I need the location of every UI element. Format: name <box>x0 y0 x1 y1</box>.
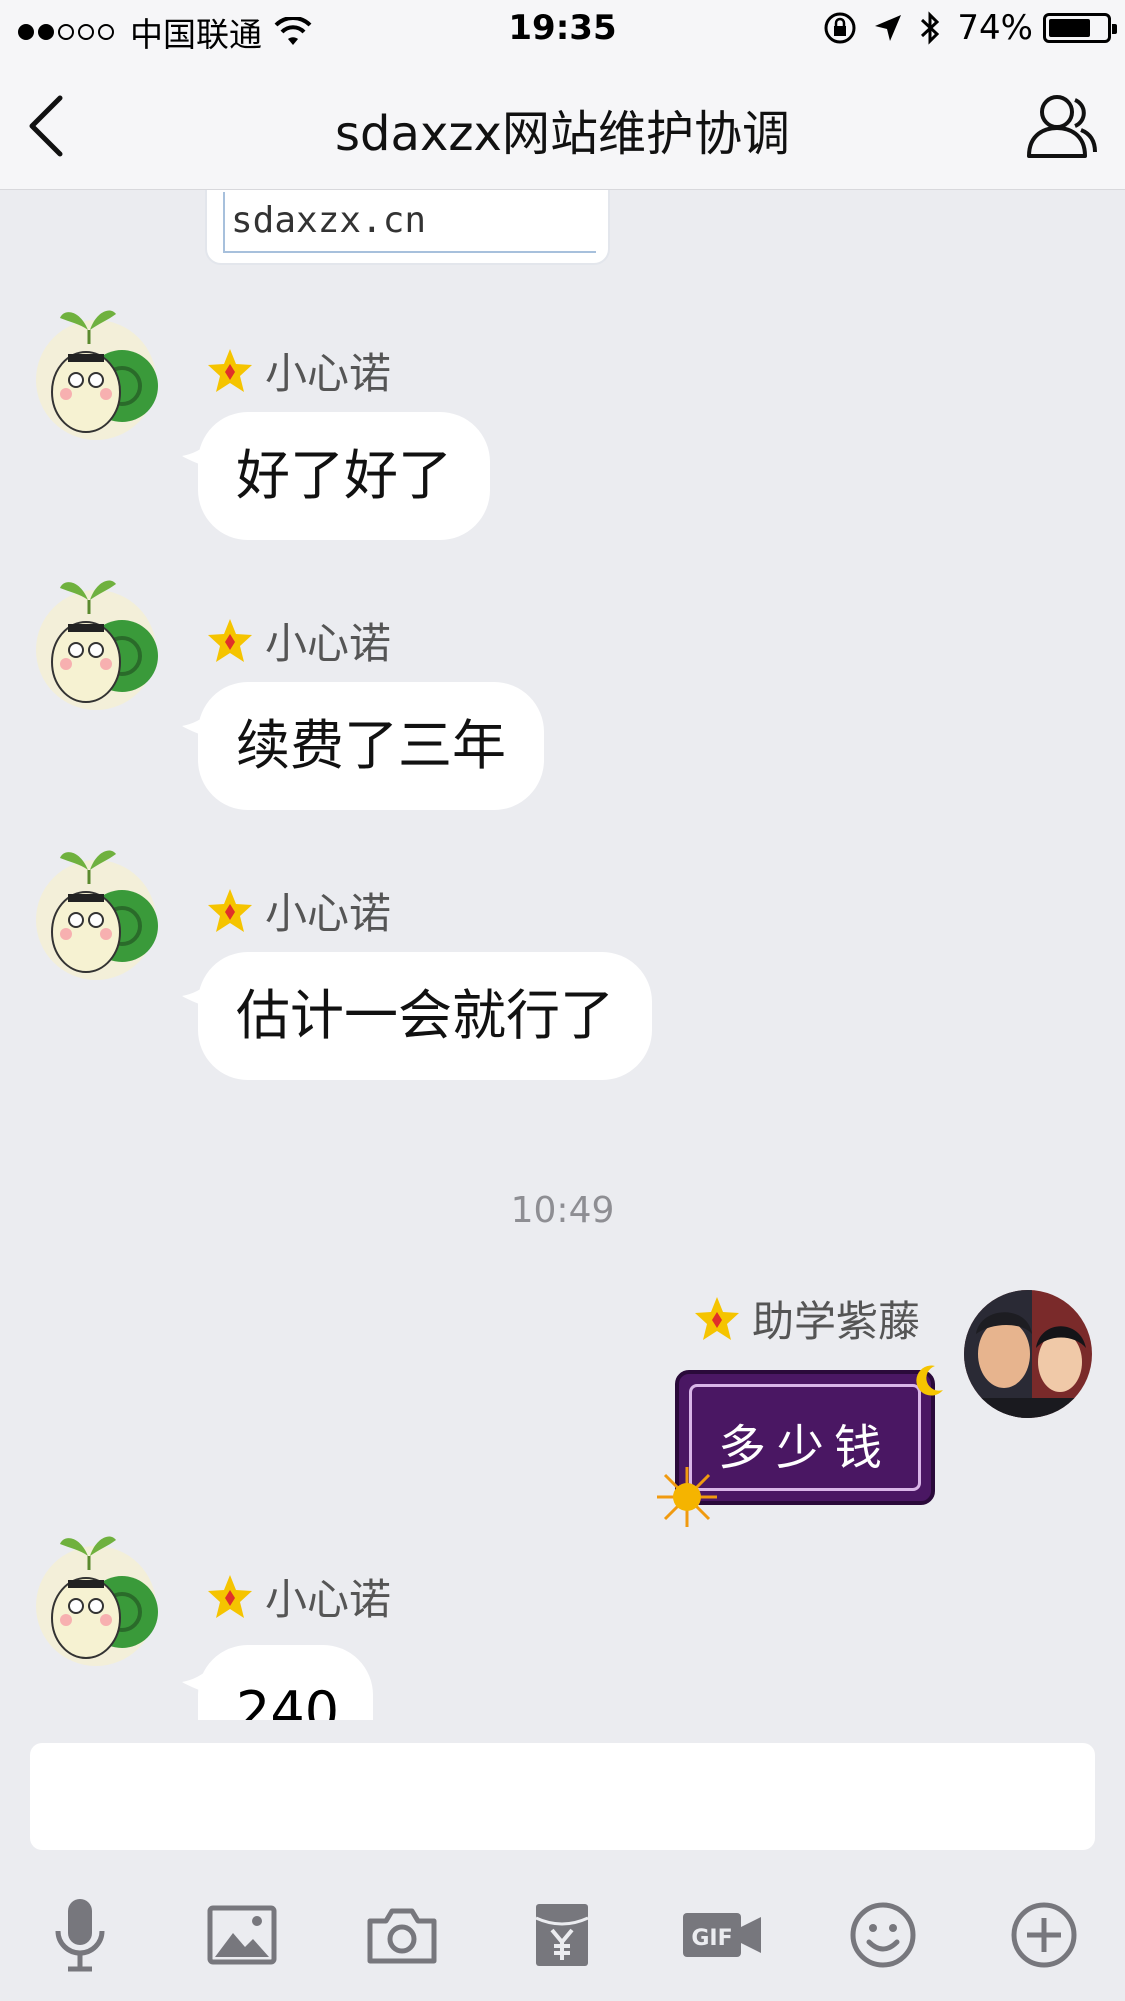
star-badge-icon <box>208 1574 252 1618</box>
star-badge-icon <box>208 888 252 932</box>
sender-name: 助学紫藤 <box>692 1288 920 1349</box>
chat-title: sdaxzx网站维护协调 <box>335 106 790 162</box>
avatar-photo[interactable] <box>962 1288 1094 1420</box>
red-packet-button[interactable] <box>517 1890 607 1980</box>
moon-icon <box>916 1365 943 1396</box>
red-packet-icon <box>535 1904 589 1966</box>
status-bar: 中国联通 19:35 74% <box>0 0 1125 60</box>
camera-icon <box>367 1908 437 1964</box>
emoji-button[interactable] <box>838 1890 928 1980</box>
sender-name-text: 助学紫藤 <box>751 1297 920 1346</box>
nav-bar: sdaxzx网站维护协调 <box>0 60 1125 190</box>
microphone-icon <box>55 1899 105 1972</box>
message-item: 小心诺 <box>0 1526 1125 1720</box>
input-toolbar: GIF <box>0 1890 1125 1980</box>
sticker-message[interactable]: 多少钱 <box>657 1365 943 1527</box>
emoji-icon <box>850 1902 916 1968</box>
sender-name: 小心诺 <box>205 1566 391 1627</box>
svg-text:GIF: GIF <box>691 1926 732 1951</box>
avatar-snail[interactable] <box>30 840 162 980</box>
avatar-snail[interactable] <box>30 1526 162 1666</box>
image-message-text: sdaxzx.cn <box>231 200 427 241</box>
voice-button[interactable] <box>35 1890 125 1980</box>
avatar-snail[interactable] <box>30 300 162 440</box>
sender-name-text: 小心诺 <box>265 349 392 398</box>
message-bubble[interactable]: 240 <box>198 1645 373 1720</box>
image-icon <box>207 1905 277 1965</box>
chat-area[interactable]: sdaxzx.cn 小心诺 好了好了 小心诺 续费了三年 小心诺 估计一会就行了… <box>0 190 1125 1720</box>
rotation-lock-icon <box>824 12 856 44</box>
message-bubble[interactable]: 好了好了 <box>198 412 490 540</box>
sender-name-text: 小心诺 <box>265 619 392 668</box>
message-timestamp: 10:49 <box>510 1190 615 1231</box>
message-item: 小心诺 估计一会就行了 <box>0 840 1125 1090</box>
image-message[interactable]: sdaxzx.cn <box>205 190 610 265</box>
group-members-icon <box>1027 95 1097 158</box>
gif-icon: GIF <box>683 1913 761 1957</box>
image-button[interactable] <box>197 1890 287 1980</box>
location-arrow-icon <box>875 15 902 41</box>
sender-name-text: 小心诺 <box>265 889 392 938</box>
star-badge-icon <box>208 348 252 392</box>
camera-button[interactable] <box>357 1890 447 1980</box>
star-badge-icon <box>694 1296 739 1340</box>
bluetooth-icon <box>921 11 940 45</box>
sender-name-text: 小心诺 <box>265 1575 392 1624</box>
sender-name: 小心诺 <box>205 880 391 941</box>
more-button[interactable] <box>999 1890 1089 1980</box>
battery-icon <box>1043 13 1117 43</box>
gif-button[interactable]: GIF <box>677 1890 767 1980</box>
message-bubble[interactable]: 估计一会就行了 <box>198 952 652 1080</box>
message-item: 小心诺 好了好了 <box>0 300 1125 550</box>
message-item: 小心诺 续费了三年 <box>0 570 1125 820</box>
avatar-snail[interactable] <box>30 570 162 710</box>
message-input[interactable] <box>30 1743 1095 1850</box>
battery-level <box>1049 19 1091 37</box>
star-badge-icon <box>208 618 252 662</box>
battery-percent: 74% <box>957 8 1033 48</box>
sun-icon <box>657 1467 717 1527</box>
sender-name: 小心诺 <box>205 340 391 401</box>
group-members-button[interactable] <box>1017 90 1097 160</box>
plus-icon <box>1011 1902 1077 1968</box>
status-right: 74% <box>807 8 1117 48</box>
message-bubble[interactable]: 续费了三年 <box>198 682 544 810</box>
input-area: GIF <box>0 1720 1125 2001</box>
sender-name: 小心诺 <box>205 610 391 671</box>
